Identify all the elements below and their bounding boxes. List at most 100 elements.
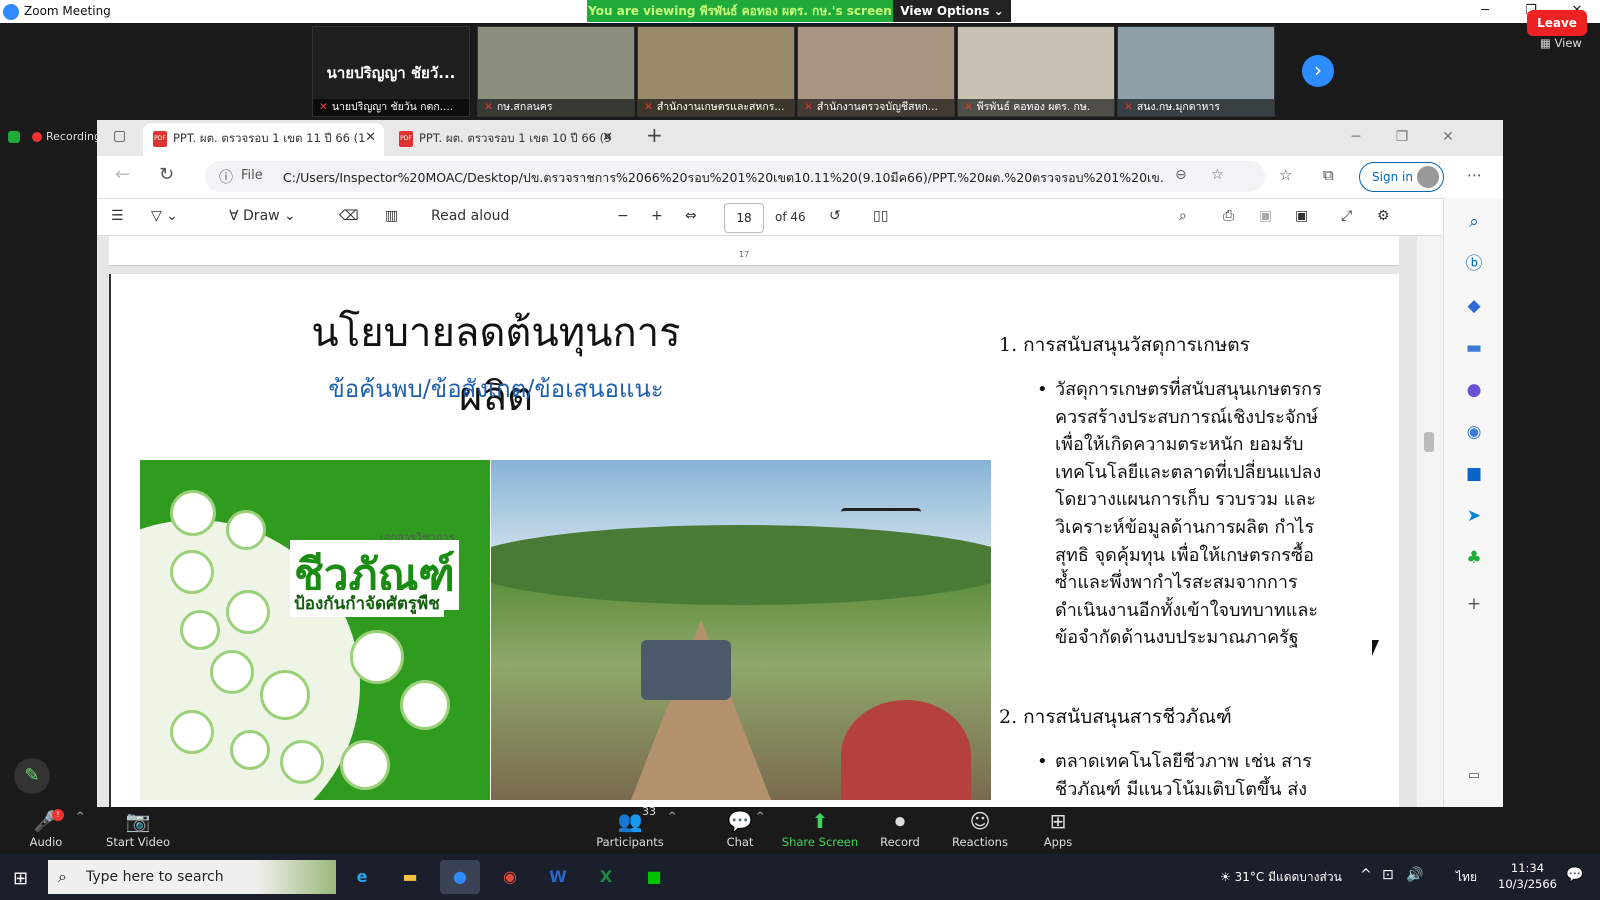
participant-tile[interactable]: ✕ กษ.สกลนคร [477,26,635,117]
audio-button[interactable]: ! 🎤 Audio [6,807,86,849]
text-icon[interactable]: ▥ [385,208,398,224]
notification-icon[interactable]: 💬 [1566,867,1583,883]
chrome-app-icon[interactable]: ◉ [490,860,530,894]
windows-start-icon[interactable]: ⊞ [13,868,28,889]
chat-button[interactable]: 💬 Chat [700,807,780,849]
participant-tile[interactable]: ✕ สำนักงานเกษตรและสหกร... [637,26,795,117]
chat-options-icon[interactable]: ^ [756,811,764,822]
language-indicator[interactable]: ไทย [1456,868,1477,887]
reactions-button[interactable]: ☺ Reactions [940,807,1020,849]
collections-icon[interactable]: ⧉ [1323,166,1334,184]
participant-tile[interactable]: ✕ พีรพันธ์ คอทอง ผตร. กษ. [957,26,1115,117]
restore-icon[interactable]: ❐ [1379,123,1425,151]
page-number-input[interactable]: 18 [724,203,764,233]
search-icon[interactable]: ⌕ [1179,208,1187,224]
page-view-icon[interactable]: ▯▯ [873,208,888,224]
line-app-icon[interactable]: ■ [634,860,674,894]
new-tab-icon[interactable]: + [646,123,663,147]
minimize-icon[interactable]: ─ [1333,123,1379,151]
contents-icon[interactable]: ☰ [111,208,124,224]
rotate-icon[interactable]: ↺ [829,208,841,224]
network-icon[interactable]: ⊡ [1382,867,1394,883]
highlight-icon[interactable]: ▽ ⌄ [151,208,178,224]
clock[interactable]: 11:34 10/3/2566 [1498,860,1557,892]
read-aloud-button[interactable]: Read aloud [431,208,509,224]
tab-pdf-1[interactable]: PDF PPT. ผต. ตรวจรอบ 1 เขต 11 ปี 66 (1 ✕ [143,123,384,156]
search-icon[interactable]: ⌕ [1462,210,1486,234]
tree-icon[interactable]: ♣ [1462,546,1486,570]
vertical-scrollbar[interactable] [1417,236,1443,807]
close-tab-icon[interactable]: ✕ [602,123,613,153]
weather-widget[interactable]: ☀ 31°C มีแดดบางส่วน [1220,868,1342,887]
slide-subtitle: ข้อค้นพบ/ข้อสังเกต/ข้อเสนอแนะ [328,375,664,403]
shopping-icon[interactable]: ◆ [1462,294,1486,318]
annotate-pencil-icon[interactable]: ✎ [14,758,50,794]
close-icon[interactable]: ✕ [1425,123,1471,151]
outlook-icon[interactable]: ■ [1462,462,1486,486]
excel-app-icon[interactable]: X [586,860,626,894]
edge-app-icon[interactable]: e [342,860,382,894]
list-item-title: 1. การสนับสนุนวัสดุการเกษตร [999,334,1250,356]
zoom-app-icon[interactable]: ● [440,860,480,894]
save-as-icon[interactable]: ▣ [1295,208,1308,224]
participant-tile[interactable]: นายปริญญา ชัยวั... ✕ นายปริญญา ชัยวัน กตก… [312,26,470,117]
mic-muted-icon: ✕ [644,101,653,113]
eraser-icon[interactable]: ⌫ [339,208,359,224]
share-screen-label: Share Screen [781,835,859,849]
close-tab-icon[interactable]: ✕ [365,123,376,153]
tab-actions-icon[interactable]: ▢ [113,128,126,144]
taskbar-search-field[interactable]: ⌕ Type here to search [48,860,336,894]
fit-page-icon[interactable]: ⇔ [685,208,697,224]
back-icon[interactable]: ← [115,164,130,185]
sidebar-collapse-icon[interactable]: ▭ [1462,764,1486,788]
file-explorer-icon[interactable]: ▬ [390,860,430,894]
participant-tile[interactable]: ✕ สำนักงานตรวจบัญชีสหก... [797,26,955,117]
avatar [1417,166,1439,188]
sign-in-button[interactable]: Sign in [1359,162,1444,192]
biopesticide-poster-image: เอกสารวิชาการ ชีวภัณฑ์ ป้องกันกำจัดศัตรู… [140,460,490,800]
zoom-out-icon[interactable]: − [617,208,629,224]
pdf-icon: PDF [153,131,167,147]
record-button[interactable]: ⏺ Record [860,807,940,849]
view-options-button[interactable]: View Options ⌄ [893,0,1011,22]
fullscreen-icon[interactable]: ⤢ [1341,208,1352,224]
chevron-up-icon[interactable]: ^ [1360,867,1372,883]
pdf-icon: PDF [399,131,413,147]
favorites-icon[interactable]: ☆ [1279,166,1292,184]
office-icon[interactable]: ◉ [1462,420,1486,444]
bing-icon[interactable]: ⓑ [1462,252,1486,276]
next-page-icon[interactable]: › [1302,55,1334,87]
tab-pdf-2[interactable]: PDF PPT. ผต. ตรวจรอบ 1 เขต 10 ปี 66 (9 ✕ [389,123,621,156]
settings-icon[interactable]: ⚙ [1377,208,1390,224]
people-icon[interactable]: ● [1462,378,1486,402]
shared-browser-window: ▢ PDF PPT. ผต. ตรวจรอบ 1 เขต 11 ปี 66 (1 ✕… [97,120,1503,807]
meeting-controls: ! 🎤 Audio 📷 Start Video 33 👥 Participants 💬 Chat ⬆… [0,805,1600,854]
view-button[interactable]: ▦ View [1540,36,1582,50]
participant-tile[interactable]: ✕ สนง.กษ.มุกดาหาร [1117,26,1275,117]
start-video-button[interactable]: 📷 Start Video [98,807,178,849]
windows-taskbar: ⊞ ⌕ Type here to search e ▬ ● ◉ W X ■ ☀ 3… [0,854,1600,900]
participants-button[interactable]: 33 👥 Participants [590,805,670,849]
more-icon[interactable]: ⋯ [1467,166,1482,184]
refresh-icon[interactable]: ↻ [159,164,174,185]
leave-button[interactable]: Leave [1527,10,1587,36]
draw-button[interactable]: ∀ Draw ⌄ [229,208,296,224]
zoom-out-icon[interactable]: ⊖ [1175,167,1187,183]
word-app-icon[interactable]: W [538,860,578,894]
participants-options-icon[interactable]: ^ [668,811,676,822]
audio-options-icon[interactable]: ^ [76,811,84,822]
url-field[interactable]: ⓘ File C:/Users/Inspector%20MOAC/Desktop… [205,161,1265,192]
minimize-icon[interactable]: ─ [1462,0,1508,23]
add-icon[interactable]: + [1462,592,1486,616]
volume-icon[interactable]: 🔊 [1406,867,1423,883]
send-icon[interactable]: ➤ [1462,504,1486,528]
zoom-in-icon[interactable]: + [651,208,663,224]
favorite-add-icon[interactable]: ☆ [1211,167,1224,183]
tools-icon[interactable]: ▬ [1462,336,1486,360]
file-label: File [241,168,263,183]
share-screen-button[interactable]: ⬆ Share Screen [780,807,860,849]
apps-button[interactable]: ⊞ Apps [1018,807,1098,849]
save-icon[interactable]: ▣ [1259,208,1272,224]
print-icon[interactable]: ⎙ [1223,208,1234,224]
recording-indicator[interactable]: Recording [8,130,101,143]
